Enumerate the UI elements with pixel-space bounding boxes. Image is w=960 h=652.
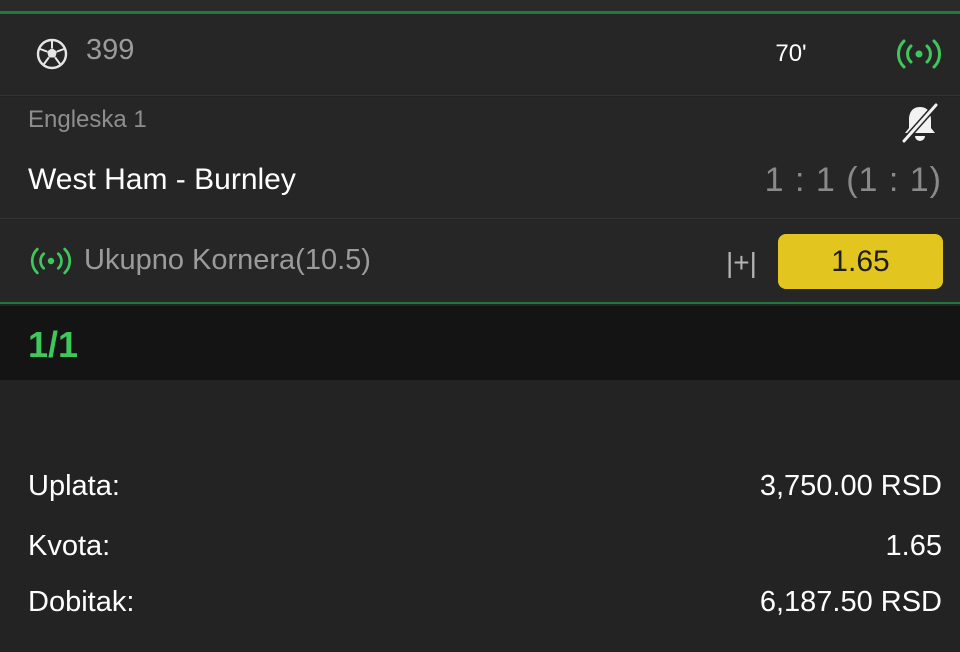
win-row: Dobitak: 6,187.50 RSD — [28, 586, 942, 626]
stake-row: Uplata: 3,750.00 RSD — [28, 470, 942, 510]
event-code: 399 — [86, 34, 135, 66]
ticket-summary: Uplata: 3,750.00 RSD Kvota: 1.65 Dobitak… — [0, 380, 960, 652]
win-label: Dobitak: — [28, 586, 135, 618]
pick-name: Ukupno Kornera(10.5) — [84, 244, 371, 276]
ticket-count-row: 1/1 — [0, 306, 960, 380]
odds-value: 1.65 — [885, 530, 942, 562]
match-minute: 70' — [775, 40, 807, 67]
stake-label: Uplata: — [28, 470, 120, 502]
pick-row: Ukupno Kornera(10.5) |+| 1.65 — [0, 220, 960, 304]
odds-label: Kvota: — [28, 530, 111, 562]
pick-sign: |+| — [726, 247, 757, 278]
soccer-ball-icon — [36, 38, 68, 70]
ticket-count: 1/1 — [28, 324, 79, 365]
event-header-row: 399 70' — [0, 14, 960, 96]
bell-off-icon[interactable] — [898, 101, 942, 145]
live-broadcast-icon — [897, 39, 941, 69]
match-score: 1 : 1 (1 : 1) — [764, 161, 942, 199]
win-value: 6,187.50 RSD — [759, 586, 942, 618]
odds-button[interactable]: 1.65 — [778, 234, 943, 289]
match-teams: West Ham - Burnley — [28, 163, 296, 196]
stake-value: 3,750.00 RSD — [759, 470, 942, 502]
top-bar — [0, 0, 960, 14]
league-name: Engleska 1 — [28, 106, 147, 133]
odds-row: Kvota: 1.65 — [28, 530, 942, 570]
match-row[interactable]: Engleska 1 West Ham - Burnley 1 : 1 (1 :… — [0, 97, 960, 219]
live-broadcast-icon — [30, 247, 72, 275]
